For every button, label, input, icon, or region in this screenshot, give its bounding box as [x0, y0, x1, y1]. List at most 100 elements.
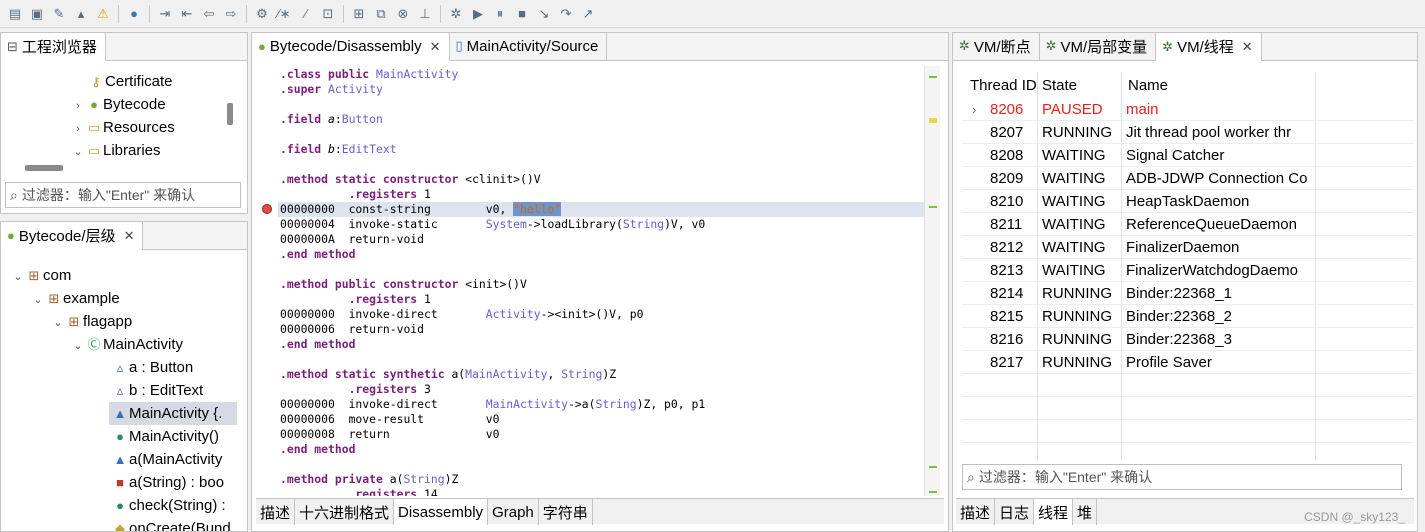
- tree-item-method-a-synthetic[interactable]: ▲ a(MainActivity: [111, 448, 223, 471]
- table-row[interactable]: 8212 WAITING FinalizerDaemon: [962, 236, 1413, 259]
- table-row[interactable]: 8215 RUNNING Binder:22368_2: [962, 305, 1413, 328]
- thread-state-cell: WAITING: [1042, 193, 1106, 210]
- table-row[interactable]: › 8206 PAUSED main: [962, 98, 1413, 121]
- tab-bytecode-hierarchy[interactable]: ● Bytecode/层级 ✕: [1, 222, 144, 250]
- globe-icon[interactable]: ●: [123, 3, 145, 25]
- tree-item-com[interactable]: ⌄ ⊞ com: [11, 264, 71, 287]
- chevron-down-icon[interactable]: ⌄: [11, 266, 25, 289]
- tab-vm-threads-bottom[interactable]: 线程: [1034, 499, 1074, 525]
- tree-item-libraries[interactable]: ⌄ ▭ Libraries: [71, 139, 160, 164]
- convert-icon[interactable]: ⊡: [317, 3, 339, 25]
- chevron-down-icon[interactable]: ⌄: [31, 289, 45, 312]
- graph-icon[interactable]: ⊗: [392, 3, 414, 25]
- tree-item-resources[interactable]: › ▭ Resources: [71, 116, 175, 139]
- editor-gutter[interactable]: [256, 66, 278, 496]
- table-row[interactable]: 8210 WAITING HeapTaskDaemon: [962, 190, 1413, 213]
- jump-icon[interactable]: ⇥: [154, 3, 176, 25]
- tab-vm-locals[interactable]: ✲ VM/局部变量: [1039, 33, 1157, 60]
- thread-id-cell: 8210: [990, 193, 1024, 210]
- warning-icon[interactable]: ⚠: [92, 3, 114, 25]
- constructor-icon: ●: [116, 429, 124, 444]
- pen-icon[interactable]: ⁄: [295, 3, 317, 25]
- tree-item-flagapp[interactable]: ⌄ ⊞ flagapp: [51, 310, 132, 333]
- vertical-scrollbar[interactable]: [227, 103, 233, 125]
- tab-vm-threads[interactable]: ✲ VM/线程 ✕: [1156, 33, 1262, 61]
- disassembly-code-view[interactable]: .class public MainActivity .super Activi…: [278, 66, 924, 496]
- table-row[interactable]: 8217 RUNNING Profile Saver: [962, 351, 1413, 374]
- step-into-icon[interactable]: ↘: [533, 3, 555, 25]
- column-header-thread-id[interactable]: Thread ID: [970, 73, 1044, 98]
- chevron-down-icon[interactable]: ⌄: [71, 335, 85, 358]
- debug-icon[interactable]: ✲: [445, 3, 467, 25]
- table-row[interactable]: 8214 RUNNING Binder:22368_1: [962, 282, 1413, 305]
- package-icon: ⊞: [68, 314, 80, 329]
- tree-item-field-a[interactable]: ▵ a : Button: [111, 356, 193, 379]
- close-icon[interactable]: ✕: [1242, 39, 1253, 55]
- run-icon[interactable]: ▶: [467, 3, 489, 25]
- tab-description[interactable]: 描述: [256, 499, 296, 525]
- breakpoint-icon[interactable]: [262, 204, 272, 214]
- grid-icon[interactable]: ⊞: [348, 3, 370, 25]
- tab-disassembly[interactable]: Disassembly: [394, 499, 489, 525]
- tree-item-bytecode[interactable]: › ● Bytecode: [71, 93, 165, 118]
- back-icon[interactable]: ⇦: [198, 3, 220, 25]
- stop-icon[interactable]: ■: [511, 3, 533, 25]
- column-header-name[interactable]: Name: [1128, 73, 1168, 98]
- overview-ruler[interactable]: [924, 66, 940, 496]
- table-row[interactable]: 8208 WAITING Signal Catcher: [962, 144, 1413, 167]
- tab-graph[interactable]: Graph: [488, 499, 539, 525]
- horizontal-scrollbar[interactable]: [25, 165, 63, 171]
- tab-bytecode-disassembly[interactable]: ● Bytecode/Disassembly ✕: [252, 33, 450, 61]
- chevron-down-icon[interactable]: ⌄: [51, 312, 65, 335]
- tree-item-oncreate[interactable]: ◆ onCreate(Bund: [111, 517, 231, 531]
- tree-item-static-constructor[interactable]: ▲ MainActivity {.: [109, 402, 237, 425]
- chevron-right-icon[interactable]: ›: [71, 95, 85, 118]
- table-row[interactable]: 8213 WAITING FinalizerWatchdogDaemo: [962, 259, 1413, 282]
- tree-item-certificate[interactable]: ⚷ Certificate: [87, 70, 172, 93]
- pause-icon[interactable]: ⏸: [489, 3, 511, 25]
- tab-project-explorer[interactable]: ⊟ 工程浏览器: [1, 33, 106, 61]
- table-row[interactable]: 8209 WAITING ADB-JDWP Connection Co: [962, 167, 1413, 190]
- column-header-state[interactable]: State: [1042, 73, 1077, 98]
- code-line: .class public MainActivity: [280, 67, 459, 81]
- tree-item-constructor[interactable]: ● MainActivity(): [111, 425, 219, 448]
- jump-into-icon[interactable]: ⇤: [176, 3, 198, 25]
- step-out-icon[interactable]: ↗: [577, 3, 599, 25]
- watermark: CSDN @_sky123_: [1304, 510, 1405, 524]
- tree-item-mainactivity[interactable]: ⌄ Ⓒ MainActivity: [71, 333, 183, 356]
- chevron-right-icon[interactable]: ›: [71, 118, 85, 141]
- export-icon[interactable]: ▴: [70, 3, 92, 25]
- chevron-right-icon[interactable]: ›: [972, 98, 976, 121]
- chevron-down-icon[interactable]: ⌄: [71, 141, 85, 164]
- tree-item-example[interactable]: ⌄ ⊞ example: [31, 287, 119, 312]
- tab-hex[interactable]: 十六进制格式: [295, 499, 395, 525]
- close-icon[interactable]: ✕: [430, 39, 441, 55]
- tab-mainactivity-source[interactable]: ▯ MainActivity/Source: [449, 33, 608, 60]
- close-icon[interactable]: ✕: [124, 228, 135, 244]
- threads-filter-input[interactable]: ⌕ 过滤器：输入"Enter" 来确认: [962, 464, 1402, 490]
- thread-name-cell: main: [1126, 101, 1159, 118]
- comment-icon[interactable]: ∕∗: [273, 3, 295, 25]
- table-row[interactable]: 8211 WAITING ReferenceQueueDaemon: [962, 213, 1413, 236]
- tab-vm-log[interactable]: 日志: [995, 499, 1035, 525]
- wrench-icon[interactable]: ✎: [48, 3, 70, 25]
- project-filter-input[interactable]: ⌕ 过滤器：输入"Enter" 来确认: [5, 182, 241, 208]
- tree-icon[interactable]: ⊥: [414, 3, 436, 25]
- open-icon[interactable]: ▤: [4, 3, 26, 25]
- tab-vm-breakpoints[interactable]: ✲ VM/断点: [953, 33, 1040, 60]
- step-over-icon[interactable]: ↷: [555, 3, 577, 25]
- table-row[interactable]: 8216 RUNNING Binder:22368_3: [962, 328, 1413, 351]
- save-icon[interactable]: ▣: [26, 3, 48, 25]
- rename-icon[interactable]: ⚙: [251, 3, 273, 25]
- tree-item-method-a-string[interactable]: ■ a(String) : boo: [111, 471, 224, 494]
- hierarchy-icon[interactable]: ⧉: [370, 3, 392, 25]
- tab-vm-heap[interactable]: 堆: [1073, 499, 1098, 525]
- forward-icon[interactable]: ⇨: [220, 3, 242, 25]
- tab-strings[interactable]: 字符串: [539, 499, 593, 525]
- thread-id-cell: 8217: [990, 354, 1024, 371]
- table-row[interactable]: 8207 RUNNING Jit thread pool worker thr: [962, 121, 1413, 144]
- tree-item-check[interactable]: ● check(String) :: [111, 494, 226, 517]
- tree-item-field-b[interactable]: ▵ b : EditText: [111, 379, 203, 402]
- tab-vm-description[interactable]: 描述: [956, 499, 996, 525]
- bug-icon: ✲: [959, 38, 970, 53]
